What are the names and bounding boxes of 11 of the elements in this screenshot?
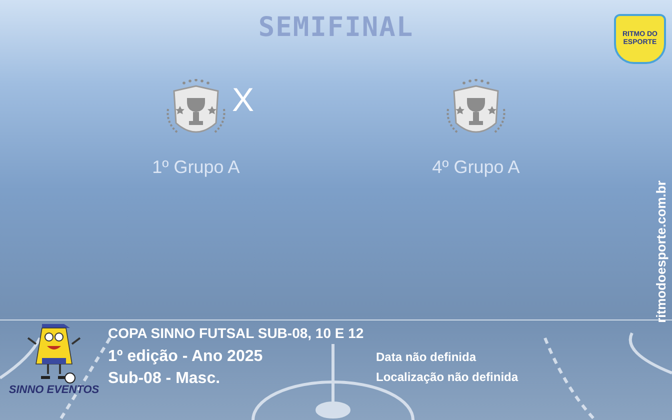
- category-label: Sub-08 - Masc.: [108, 369, 222, 389]
- versus-label: X: [232, 82, 254, 116]
- team-name: 1º Grupo A: [152, 156, 240, 179]
- edition-label: 1º edição - Ano 2025: [108, 347, 264, 367]
- match-date: Data não definida: [376, 349, 478, 366]
- match-location: Localização não definida: [376, 369, 518, 386]
- website-url: ritmodoesporte.com.br: [652, 180, 670, 324]
- organizer-name: SINNO EVENTOS: [8, 384, 100, 396]
- tournament-title: COPA SINNO FUTSAL SUB-08, 10 E 12: [108, 324, 365, 343]
- team-name: 4º Grupo A: [432, 156, 520, 179]
- phase-title: SEMIFINAL: [258, 11, 414, 45]
